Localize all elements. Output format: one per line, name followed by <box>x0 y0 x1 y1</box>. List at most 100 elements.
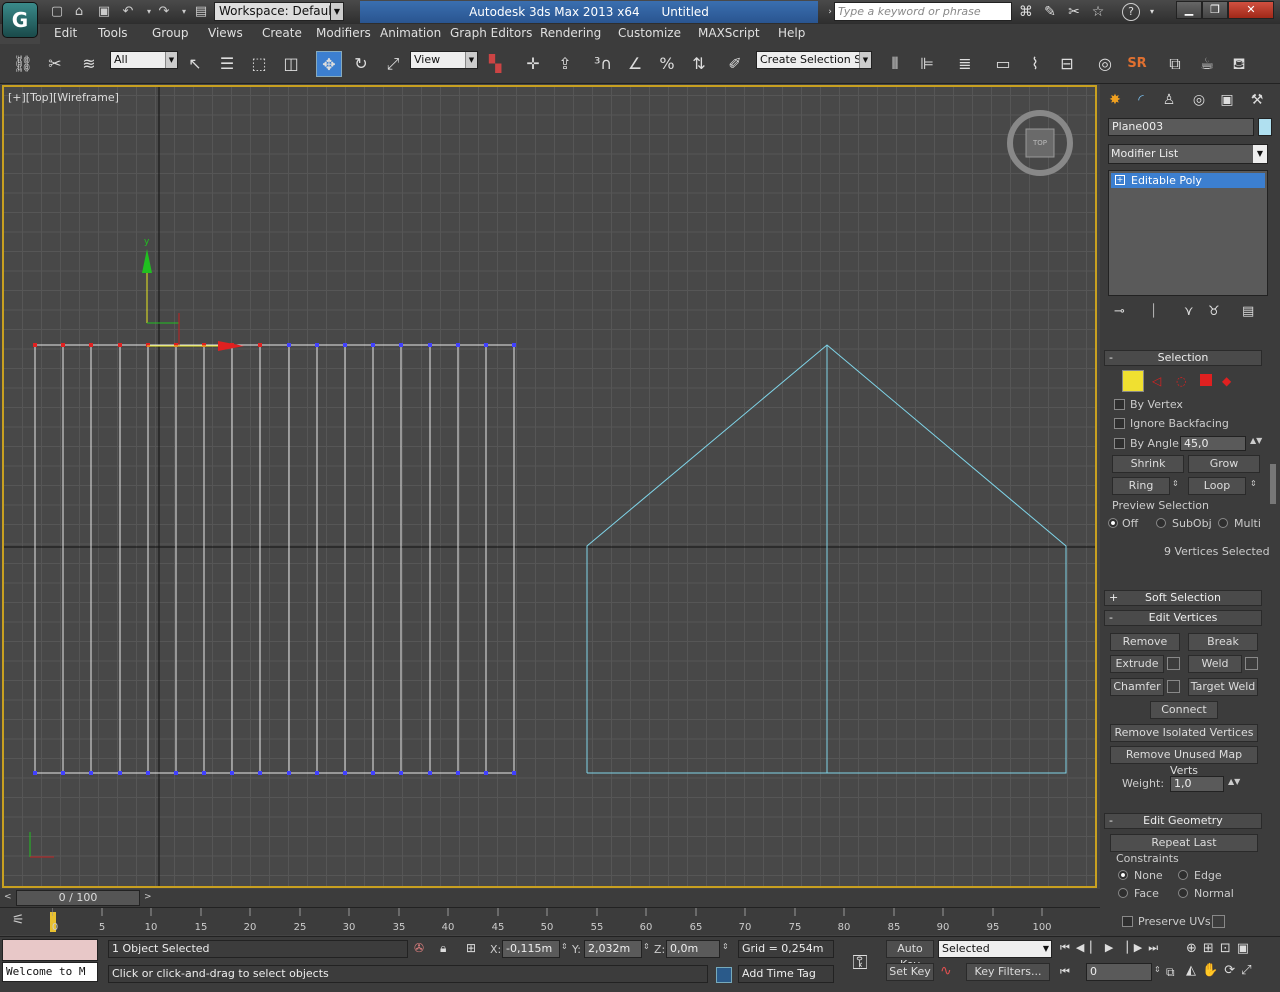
border-mode-icon[interactable]: ◌ <box>1176 374 1186 388</box>
previous-frame-icon[interactable]: ◀▏ <box>1076 941 1105 954</box>
ring-button[interactable]: Ring <box>1112 477 1170 495</box>
angle-spinner-icon[interactable]: ▲▼ <box>1250 436 1262 445</box>
maximize-button[interactable]: ❐ <box>1202 1 1228 19</box>
menu-maxscript[interactable]: MAXScript <box>698 26 760 40</box>
make-unique-icon[interactable]: ⋎ <box>1184 304 1194 319</box>
pin-stack-icon[interactable]: ⊸ <box>1114 304 1125 319</box>
create-tab-icon[interactable]: ✸ <box>1104 90 1126 110</box>
preview-off-radio[interactable] <box>1108 518 1118 528</box>
loop-spinner-icon[interactable]: ⇕ <box>1250 479 1257 488</box>
select-by-name-icon[interactable]: ☰ <box>214 51 240 77</box>
utilities-tab-icon[interactable]: ⚒ <box>1246 90 1268 110</box>
menu-edit[interactable]: Edit <box>54 26 77 40</box>
selection-filter-dropdown[interactable]: All ▼ <box>110 51 178 69</box>
y-spinner-icon[interactable]: ⇕ <box>643 942 650 951</box>
menu-rendering[interactable]: Rendering <box>540 26 601 40</box>
key-filters-button[interactable]: Key Filters... <box>966 963 1050 981</box>
go-to-end-icon[interactable]: ⏭ <box>1148 941 1164 954</box>
angle-snap-icon[interactable]: ∠ <box>622 51 648 77</box>
percent-snap-icon[interactable]: % <box>654 51 680 77</box>
rectangular-selection-icon[interactable]: ⬚ <box>246 51 272 77</box>
zoom-extents-icon[interactable]: ⊡ <box>1220 941 1237 956</box>
vertex-mode-icon[interactable] <box>1122 370 1144 392</box>
select-manipulate-icon[interactable]: ✛ <box>520 51 546 77</box>
object-name-field[interactable]: Plane003 <box>1108 118 1254 136</box>
edit-geometry-rollout-header[interactable]: - Edit Geometry <box>1104 813 1262 829</box>
next-frame-icon[interactable]: ▕▶ <box>1119 941 1148 954</box>
modify-tab-icon[interactable]: ◜ <box>1130 90 1152 110</box>
set-key-button[interactable]: Set Key <box>886 963 934 981</box>
menu-customize[interactable]: Customize <box>618 26 681 40</box>
isolate-selection-icon[interactable]: ✇ <box>414 941 424 955</box>
help-dropdown-icon[interactable]: ▾ <box>1142 3 1162 21</box>
chamfer-settings-icon[interactable] <box>1167 680 1180 693</box>
current-frame-field[interactable]: 0 <box>1086 963 1152 981</box>
display-tab-icon[interactable]: ▣ <box>1216 90 1238 110</box>
break-button[interactable]: Break <box>1188 633 1258 651</box>
orbit-icon[interactable]: ⟳ <box>1224 963 1241 978</box>
curve-editor-icon[interactable]: ⌇ <box>1022 51 1048 77</box>
menu-group[interactable]: Group <box>152 26 189 40</box>
soft-selection-rollout-header[interactable]: + Soft Selection <box>1104 590 1262 606</box>
unlink-icon[interactable]: ✂ <box>42 51 68 77</box>
remove-button[interactable]: Remove <box>1110 633 1180 651</box>
menu-help[interactable]: Help <box>778 26 805 40</box>
extrude-settings-icon[interactable] <box>1167 657 1180 670</box>
key-mode-toggle-icon[interactable]: ⏮ <box>1060 965 1070 979</box>
preview-multi-radio[interactable] <box>1218 518 1228 528</box>
help-icon[interactable]: ? <box>1122 3 1140 21</box>
loop-button[interactable]: Loop <box>1188 477 1246 495</box>
x-coord-field[interactable]: -0,115m <box>502 940 560 958</box>
minimize-button[interactable]: ▁ <box>1176 1 1202 19</box>
extrude-button[interactable]: Extrude <box>1110 655 1164 673</box>
menu-modifiers[interactable]: Modifiers <box>316 26 371 40</box>
weight-field[interactable]: 1,0 <box>1170 776 1224 792</box>
menu-graph-editors[interactable]: Graph Editors <box>450 26 532 40</box>
modifier-list-dropdown[interactable]: Modifier List ▼ <box>1108 144 1268 164</box>
repeat-last-button[interactable]: Repeat Last <box>1110 834 1258 852</box>
element-mode-icon[interactable]: ◆ <box>1222 374 1231 388</box>
frame-spinner-icon[interactable]: ⇕ <box>1154 965 1161 974</box>
weld-button[interactable]: Weld <box>1188 655 1242 673</box>
communication-center-icon[interactable]: ✎ <box>1040 3 1060 21</box>
edit-vertices-rollout-header[interactable]: - Edit Vertices <box>1104 610 1262 626</box>
object-color-swatch[interactable] <box>1258 118 1272 136</box>
open-file-icon[interactable]: ⌂ <box>70 3 88 21</box>
modifier-stack[interactable]: + Editable Poly <box>1108 170 1268 296</box>
viewcube[interactable]: TOP <box>1004 107 1076 179</box>
app-logo[interactable]: G <box>2 2 38 38</box>
time-slider-thumb[interactable]: 0 / 100 <box>16 890 140 906</box>
add-time-tag-button[interactable]: Add Time Tag <box>738 965 834 983</box>
key-icon[interactable]: ⚿ <box>840 945 880 979</box>
slate-render-icon[interactable]: SR <box>1124 51 1150 77</box>
binoculars-icon[interactable]: ⌘ <box>1016 3 1036 21</box>
selection-rollout-header[interactable]: - Selection <box>1104 350 1262 366</box>
pivot-center-icon[interactable]: ▚ <box>482 51 508 77</box>
remove-modifier-icon[interactable]: ♉ <box>1208 304 1220 319</box>
time-configuration-icon[interactable]: ⧉ <box>1166 965 1175 980</box>
render-production-icon[interactable]: ⛾ <box>1226 51 1252 77</box>
zoom-all-icon[interactable]: ⊞ <box>1203 941 1220 956</box>
prev-frame-icon[interactable]: < <box>4 892 12 902</box>
time-tag-icon[interactable] <box>716 967 732 983</box>
select-and-rotate-icon[interactable]: ↻ <box>348 51 374 77</box>
close-button[interactable]: ✕ <box>1228 1 1274 19</box>
panel-scrollbar[interactable] <box>1270 464 1276 504</box>
pan-icon[interactable]: ✋ <box>1202 963 1224 978</box>
undo-icon[interactable]: ↶ <box>119 3 137 21</box>
constraint-edge-radio[interactable] <box>1178 870 1188 880</box>
chamfer-button[interactable]: Chamfer <box>1110 678 1164 696</box>
select-and-scale-icon[interactable]: ⤢ <box>380 51 406 77</box>
maxscript-listener-output[interactable] <box>2 939 98 961</box>
hierarchy-tab-icon[interactable]: ♙ <box>1158 90 1180 110</box>
plane-mesh[interactable] <box>34 344 515 774</box>
search-input[interactable]: Type a keyword or phrase <box>834 2 1012 21</box>
polygon-mode-icon[interactable] <box>1200 374 1212 386</box>
keyboard-shortcut-override-icon[interactable]: ⇪ <box>552 51 578 77</box>
next-frame-icon[interactable]: > <box>144 892 152 902</box>
link-icon[interactable]: ⛓ <box>10 51 36 77</box>
snaps-toggle-icon[interactable]: ³∩ <box>590 51 616 77</box>
field-of-view-icon[interactable]: ◭ <box>1186 963 1202 978</box>
constraint-normal-radio[interactable] <box>1178 888 1188 898</box>
menu-views[interactable]: Views <box>208 26 243 40</box>
